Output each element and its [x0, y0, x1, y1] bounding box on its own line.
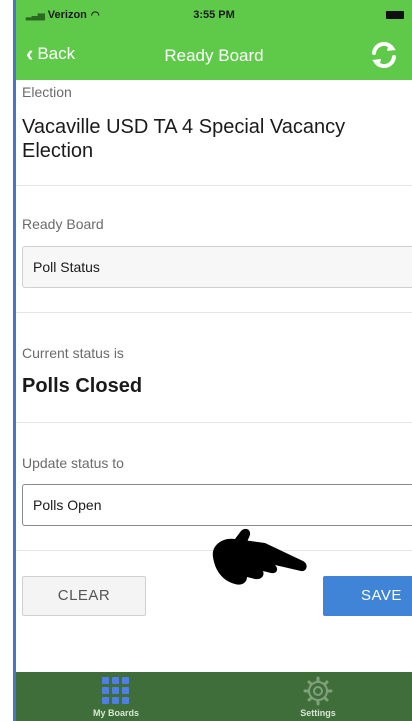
page-title: Ready Board	[164, 46, 264, 65]
current-status-value: Polls Closed	[22, 375, 143, 397]
clear-button[interactable]: CLEAR	[22, 576, 146, 616]
tab-label: Settings	[300, 708, 336, 718]
battery-icon	[386, 11, 404, 19]
election-value: Vacaville USD TA 4 Special Vacancy Elect…	[22, 116, 346, 162]
divider	[16, 312, 412, 313]
status-time: 3:55 PM	[193, 9, 235, 21]
page-margin	[0, 0, 14, 721]
grid-icon	[102, 677, 129, 704]
tab-bar: My Boards Settings	[16, 672, 412, 721]
divider	[16, 422, 412, 423]
tab-label: My Boards	[92, 708, 139, 718]
ready-board-label: Ready Board	[22, 216, 104, 232]
update-status-select[interactable]: Polls Open	[22, 484, 412, 526]
ready-board-select[interactable]: Poll Status	[22, 246, 412, 288]
refresh-icon[interactable]	[368, 39, 400, 71]
phone-screen: ▂▃▅ Verizon ◠ 3:55 PM ‹ Back Ready Board…	[16, 0, 412, 721]
gear-icon	[303, 676, 333, 706]
pointing-hand-icon	[212, 528, 307, 585]
save-button[interactable]: SAVE	[323, 576, 412, 616]
tab-settings[interactable]: Settings	[268, 672, 368, 721]
current-status-label: Current status is	[22, 345, 124, 361]
status-bar: ▂▃▅ Verizon ◠ 3:55 PM	[16, 0, 412, 30]
election-label: Election	[22, 84, 72, 100]
navigation-bar: ‹ Back Ready Board	[16, 30, 412, 80]
update-status-label: Update status to	[22, 455, 124, 471]
tab-my-boards[interactable]: My Boards	[66, 672, 166, 721]
divider	[16, 185, 412, 186]
